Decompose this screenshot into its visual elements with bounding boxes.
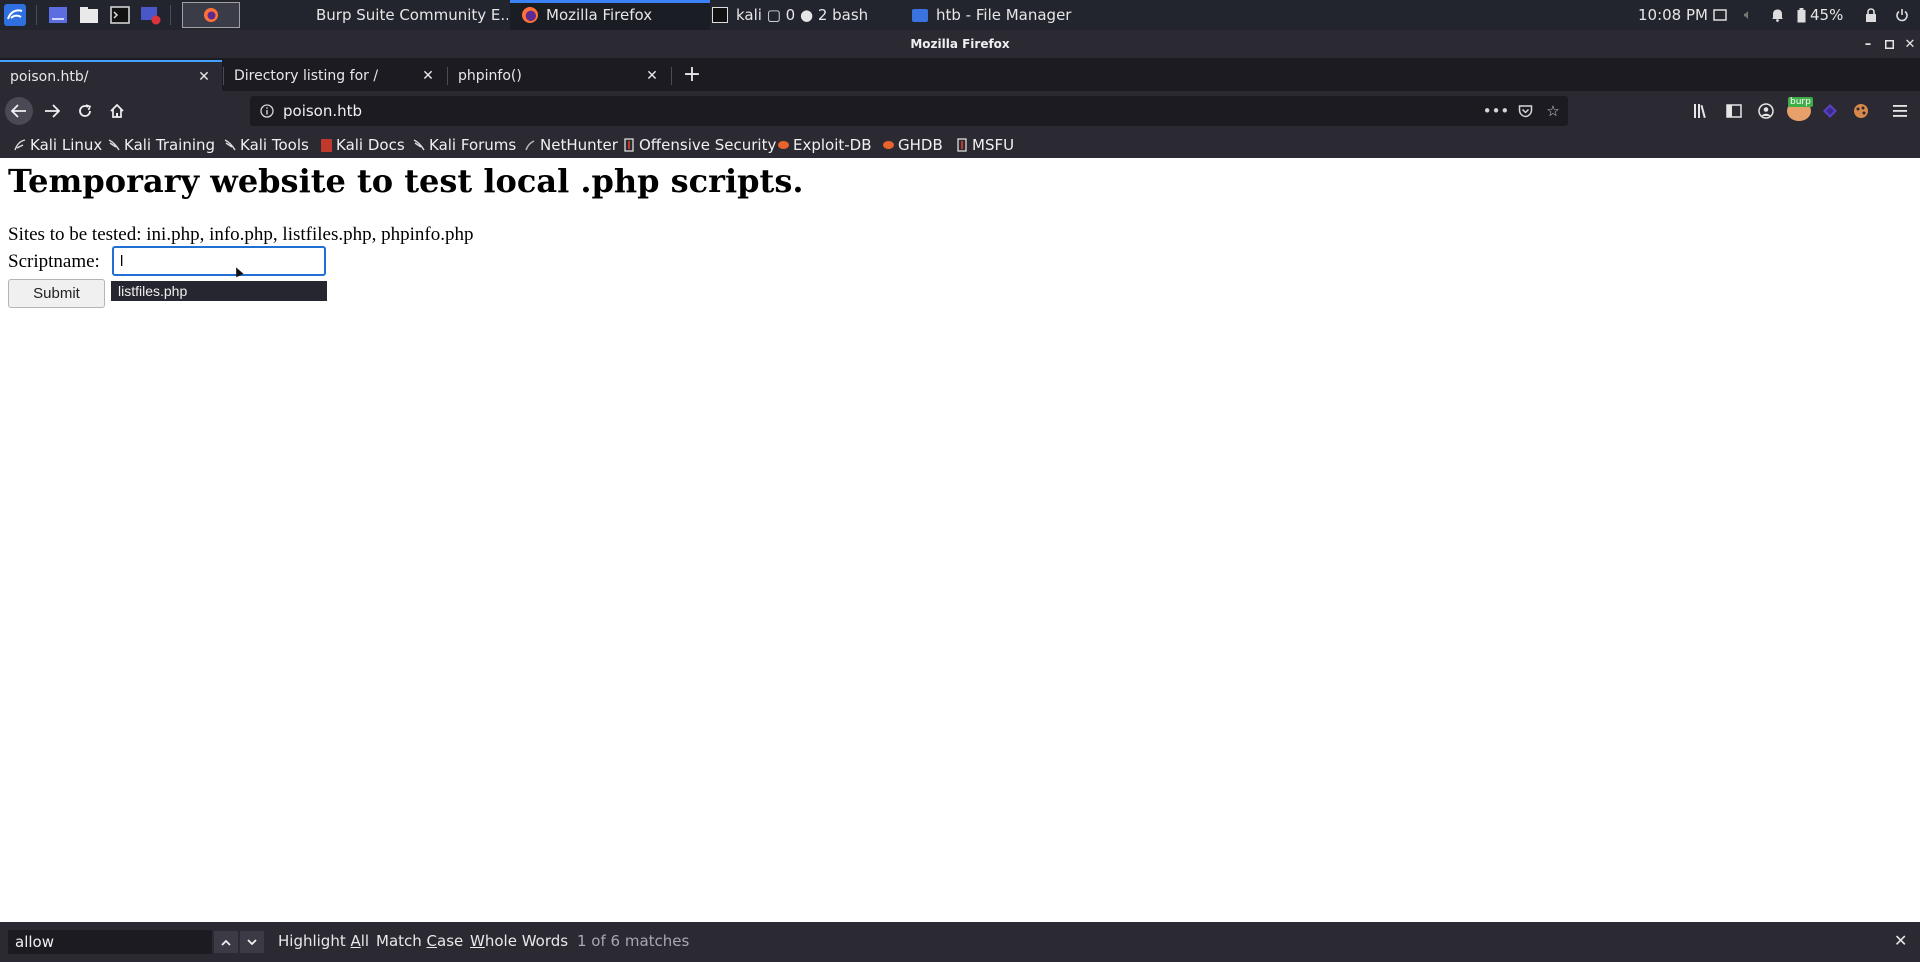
back-icon[interactable] — [5, 97, 33, 125]
extension-icon[interactable] — [1816, 97, 1844, 125]
reload-icon[interactable] — [71, 97, 99, 125]
show-desktop-icon[interactable] — [46, 3, 70, 27]
page-actions-icon[interactable]: ••• — [1483, 96, 1510, 126]
tab-close-icon[interactable]: ✕ — [644, 68, 660, 84]
account-icon[interactable] — [1752, 97, 1780, 125]
window-title: Mozilla Firefox — [910, 37, 1010, 51]
firefox-launcher-icon[interactable] — [182, 2, 240, 28]
burp-badge: burp — [1788, 97, 1813, 107]
bookmark-offensive-security[interactable]: Offensive Security — [623, 134, 776, 156]
scriptname-label: Scriptname: — [8, 251, 100, 272]
home-icon[interactable] — [103, 97, 131, 125]
exploitdb-icon — [777, 138, 789, 152]
task-burp-suite[interactable]: Burp Suite Community E... — [308, 0, 508, 30]
find-bar: Highlight All Match Case Whole Words 1 o… — [0, 922, 1920, 962]
tab-close-icon[interactable]: ✕ — [196, 69, 212, 85]
window-close-icon[interactable]: ✕ — [1899, 30, 1920, 58]
submit-button[interactable]: Submit — [8, 279, 105, 308]
find-next-icon[interactable] — [240, 931, 264, 953]
highlight-all-option[interactable]: Highlight All — [278, 932, 369, 950]
task-terminal[interactable]: kali ▢ 0 ● 2 bash — [712, 0, 892, 30]
find-input[interactable] — [8, 930, 212, 954]
clock[interactable]: 10:08 PM — [1638, 0, 1708, 30]
folder-icon — [912, 8, 928, 22]
navigation-toolbar: poison.htb ••• ☆ burp — [0, 91, 1920, 131]
hamburger-menu-icon[interactable] — [1886, 97, 1914, 125]
maximize-icon[interactable] — [1878, 30, 1900, 58]
sites-to-test-text: Sites to be tested: ini.php, info.php, l… — [8, 224, 474, 245]
bookmark-msfu[interactable]: MSFU — [956, 134, 1014, 156]
forward-icon[interactable] — [38, 97, 66, 125]
bookmark-kali-training[interactable]: Kali Training — [108, 134, 215, 156]
bookmark-kali-docs[interactable]: Kali Docs — [320, 134, 405, 156]
task-firefox[interactable]: Mozilla Firefox — [510, 0, 710, 30]
bookmarks-toolbar: Kali Linux Kali Training Kali Tools Kali… — [0, 131, 1920, 158]
library-icon[interactable] — [1688, 97, 1716, 125]
offsec-icon — [623, 138, 635, 152]
whole-words-option[interactable]: Whole Words — [470, 932, 568, 950]
tab-poison-htb[interactable]: poison.htb/ ✕ — [0, 60, 222, 91]
ghdb-icon — [882, 138, 894, 152]
tab-label: Directory listing for / — [234, 67, 379, 84]
volume-icon[interactable]: 🔈︎ — [1739, 0, 1757, 30]
find-close-icon[interactable]: ✕ — [1894, 931, 1907, 950]
kali-menu-icon[interactable] — [2, 3, 28, 27]
tab-label: phpinfo() — [458, 67, 522, 84]
bookmark-ghdb[interactable]: GHDB — [882, 134, 943, 156]
bookmark-kali-forums[interactable]: Kali Forums — [413, 134, 516, 156]
minimize-icon[interactable]: – — [1857, 30, 1879, 58]
match-case-option[interactable]: Match Case — [376, 932, 463, 950]
task-file-manager[interactable]: htb - File Manager — [912, 0, 1112, 30]
tab-phpinfo[interactable]: phpinfo() ✕ — [448, 60, 670, 91]
bookmark-kali-tools[interactable]: Kali Tools — [224, 134, 309, 156]
burp-proxy-extension-icon[interactable]: burp — [1785, 97, 1813, 125]
tab-strip: poison.htb/ ✕ Directory listing for / ✕ … — [0, 58, 1920, 91]
url-text[interactable]: poison.htb — [283, 102, 362, 120]
autocomplete-suggestion[interactable]: listfiles.php — [111, 281, 327, 301]
page-content: Temporary website to test local .php scr… — [0, 158, 1920, 922]
tab-close-icon[interactable]: ✕ — [420, 68, 436, 84]
kali-dragon-icon — [413, 138, 425, 152]
file-manager-launcher-icon[interactable] — [77, 3, 101, 27]
firefox-icon — [522, 7, 538, 23]
site-info-icon[interactable] — [256, 96, 278, 126]
lock-icon[interactable] — [1862, 0, 1880, 30]
battery-icon[interactable] — [1793, 0, 1809, 30]
page-heading: Temporary website to test local .php scr… — [8, 162, 804, 200]
power-icon[interactable] — [1890, 0, 1914, 30]
bookmark-kali-linux[interactable]: Kali Linux — [14, 134, 102, 156]
msfu-icon — [956, 138, 968, 152]
os-taskbar: Burp Suite Community E... Mozilla Firefo… — [0, 0, 1920, 30]
bookmark-star-icon[interactable]: ☆ — [1542, 96, 1564, 126]
address-bar[interactable]: poison.htb ••• ☆ — [250, 96, 1568, 126]
terminal-launcher-icon[interactable] — [108, 3, 132, 27]
display-icon[interactable] — [1711, 0, 1729, 30]
find-previous-icon[interactable] — [214, 931, 238, 953]
kali-dragon-icon — [224, 138, 236, 152]
pocket-icon[interactable] — [1514, 96, 1536, 126]
scriptname-input[interactable] — [112, 246, 326, 276]
nethunter-icon — [524, 138, 536, 152]
window-titlebar: Mozilla Firefox – ✕ — [0, 30, 1920, 58]
battery-percent: 45% — [1810, 6, 1844, 24]
bookmark-nethunter[interactable]: NetHunter — [524, 134, 618, 156]
screenshot-launcher-icon[interactable] — [139, 3, 163, 27]
notification-bell-icon[interactable] — [1768, 0, 1786, 30]
new-tab-icon[interactable]: + — [679, 60, 705, 88]
kali-dragon-icon — [108, 138, 120, 152]
kali-docs-icon — [320, 138, 332, 152]
sidebar-icon[interactable] — [1720, 97, 1748, 125]
find-match-status: 1 of 6 matches — [577, 932, 690, 950]
kali-dragon-icon — [14, 138, 26, 152]
tab-label: poison.htb/ — [10, 68, 89, 85]
color-palette-extension-icon[interactable] — [1847, 97, 1875, 125]
terminal-icon — [712, 7, 728, 23]
tab-directory-listing[interactable]: Directory listing for / ✕ — [224, 60, 446, 91]
bookmark-exploit-db[interactable]: Exploit-DB — [777, 134, 872, 156]
